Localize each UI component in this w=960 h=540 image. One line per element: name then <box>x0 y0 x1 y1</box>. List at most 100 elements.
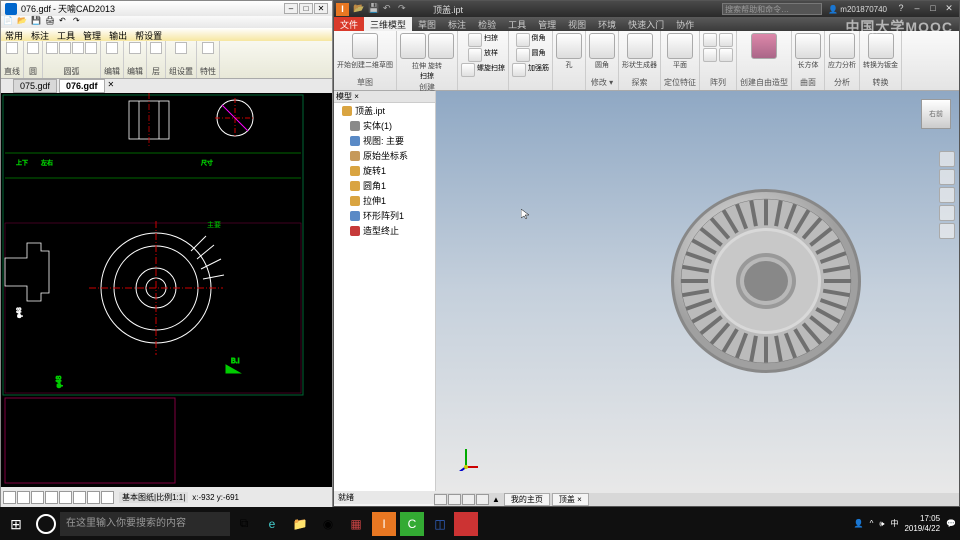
file-tab[interactable]: 文件 <box>334 17 364 31</box>
close-button[interactable]: ✕ <box>314 3 328 14</box>
view-btn[interactable] <box>476 494 489 505</box>
edge-icon[interactable]: e <box>258 508 286 540</box>
view-btn[interactable] <box>434 494 447 505</box>
line-icon[interactable] <box>6 42 18 54</box>
tree-item[interactable]: 实体(1) <box>334 118 435 133</box>
start-button[interactable]: ⊞ <box>0 508 32 540</box>
cad-canvas[interactable]: 上下 左右 尺寸 φ48 <box>1 93 332 487</box>
max-button[interactable]: □ <box>299 3 313 14</box>
tray-up-icon[interactable]: ^ <box>870 519 874 528</box>
notifications-icon[interactable]: 💬 <box>946 519 956 528</box>
qat-open-icon[interactable]: 📂 <box>353 3 367 15</box>
menu-item[interactable]: 输出 <box>105 28 131 41</box>
tree-item[interactable]: 原始坐标系 <box>334 148 435 163</box>
menu-item[interactable]: 常用 <box>1 28 27 41</box>
arc-icon[interactable] <box>46 42 58 54</box>
tree-root[interactable]: 顶盖.ipt <box>334 103 435 118</box>
menu-item[interactable]: 工具 <box>53 28 79 41</box>
shape-gen-button[interactable] <box>627 33 653 59</box>
app-icon[interactable] <box>454 512 478 536</box>
min-button[interactable]: – <box>284 3 298 14</box>
convert-button[interactable] <box>868 33 894 59</box>
view-btn[interactable] <box>448 494 461 505</box>
status-btn[interactable] <box>87 491 100 504</box>
sketch-button[interactable] <box>352 33 378 59</box>
folder-icon[interactable]: 📁 <box>286 508 314 540</box>
tree-item[interactable]: 旋转1 <box>334 163 435 178</box>
qat-print-icon[interactable]: 🖨 <box>45 16 57 27</box>
inventor-task-icon[interactable]: I <box>372 512 396 536</box>
status-btn[interactable] <box>45 491 58 504</box>
plane-button[interactable] <box>667 33 693 59</box>
caxa-titlebar[interactable]: 076.gdf - 天喻CAD2013 – □ ✕ <box>1 1 332 16</box>
hole-button[interactable] <box>556 33 582 59</box>
tray-net-icon[interactable]: 🕪 <box>879 519 884 529</box>
circle-icon[interactable] <box>27 42 39 54</box>
extrude-button[interactable] <box>400 33 426 59</box>
taskbar-search[interactable]: 在这里输入你要搜索的内容 <box>60 512 230 536</box>
tab[interactable]: 标注 <box>442 17 472 31</box>
tree-item[interactable]: 环形阵列1 <box>334 208 435 223</box>
qat-undo-icon[interactable]: ↶ <box>59 16 71 27</box>
qat-redo-icon[interactable]: ↷ <box>398 3 412 15</box>
inventor-titlebar[interactable]: I 📂 💾 ↶ ↷ 顶盖.ipt 搜索帮助和命令… 👤 m201870740 ?… <box>334 1 959 17</box>
stress-button[interactable] <box>829 33 855 59</box>
taskbar[interactable]: ⊞ 在这里输入你要搜索的内容 ⧉ e 📁 ◉ ▦ I C ◫ 👤 ^ 🕪 中 1… <box>0 507 960 540</box>
app-icon[interactable]: ◫ <box>426 508 454 540</box>
status-btn[interactable] <box>59 491 72 504</box>
tab[interactable]: 环境 <box>592 17 622 31</box>
search-input[interactable]: 搜索帮助和命令… <box>722 3 822 15</box>
user-label[interactable]: 👤 m201870740 <box>828 5 887 14</box>
view-tab-home[interactable]: 我的主页 <box>504 493 550 506</box>
view-btn[interactable] <box>462 494 475 505</box>
tab-3dmodel[interactable]: 三维模型 <box>364 17 412 31</box>
qat-save-icon[interactable]: 💾 <box>31 16 43 27</box>
status-btn[interactable] <box>73 491 86 504</box>
min-button[interactable]: – <box>909 3 925 15</box>
tab[interactable]: 协作 <box>670 17 700 31</box>
tree-item[interactable]: 拉伸1 <box>334 193 435 208</box>
tab[interactable]: 工具 <box>502 17 532 31</box>
system-tray[interactable]: 👤 ^ 🕪 中 17:052019/4/22 💬 <box>854 514 960 534</box>
chrome-icon[interactable]: ◉ <box>314 508 342 540</box>
fillet-button[interactable] <box>589 33 615 59</box>
doc-tab[interactable]: 075.gdf <box>13 79 57 93</box>
3d-viewport[interactable]: 右前 /*te <box>436 91 959 491</box>
tree-item[interactable]: 视图: 主要 <box>334 133 435 148</box>
tree-tabs[interactable]: 模型 × <box>334 91 435 103</box>
tray-people-icon[interactable]: 👤 <box>854 519 864 528</box>
qat-save-icon[interactable]: 💾 <box>368 3 382 15</box>
help-icon[interactable]: ? <box>893 3 909 15</box>
taskview-icon[interactable]: ⧉ <box>230 508 258 540</box>
view-tab-doc[interactable]: 顶盖 × <box>552 493 589 506</box>
qat-new-icon[interactable]: 📄 <box>3 16 15 27</box>
menu-item[interactable]: 帮设置 <box>131 28 166 41</box>
tab[interactable]: 管理 <box>532 17 562 31</box>
revolve-button[interactable] <box>428 33 454 59</box>
qat-redo-icon[interactable]: ↷ <box>73 16 85 27</box>
menu-item[interactable]: 标注 <box>27 28 53 41</box>
tab[interactable]: 检验 <box>472 17 502 31</box>
qat-open-icon[interactable]: 📂 <box>17 16 29 27</box>
tab[interactable]: 草图 <box>412 17 442 31</box>
tree-item[interactable]: 圆角1 <box>334 178 435 193</box>
tab[interactable]: 视图 <box>562 17 592 31</box>
tree-item[interactable]: 造型终止 <box>334 223 435 238</box>
box-button[interactable] <box>795 33 821 59</box>
status-btn[interactable] <box>3 491 16 504</box>
tray-ime-icon[interactable]: 中 <box>890 518 898 529</box>
caxa-task-icon[interactable]: C <box>400 512 424 536</box>
model-browser[interactable]: 模型 × 顶盖.ipt 实体(1) 视图: 主要 原始坐标系 旋转1 圆角1 拉… <box>334 91 436 491</box>
status-btn[interactable] <box>101 491 114 504</box>
qat-undo-icon[interactable]: ↶ <box>383 3 397 15</box>
doc-tab-active[interactable]: 076.gdf <box>59 79 105 93</box>
tab[interactable]: 快速入门 <box>622 17 670 31</box>
status-btn[interactable] <box>17 491 30 504</box>
close-button[interactable]: ✕ <box>941 3 957 15</box>
menu-item[interactable]: 管理 <box>79 28 105 41</box>
freeform-button[interactable] <box>751 33 777 59</box>
word-icon[interactable]: ▦ <box>342 508 370 540</box>
cortana-icon[interactable] <box>36 514 56 534</box>
clock[interactable]: 17:052019/4/22 <box>904 514 940 534</box>
max-button[interactable]: □ <box>925 3 941 15</box>
